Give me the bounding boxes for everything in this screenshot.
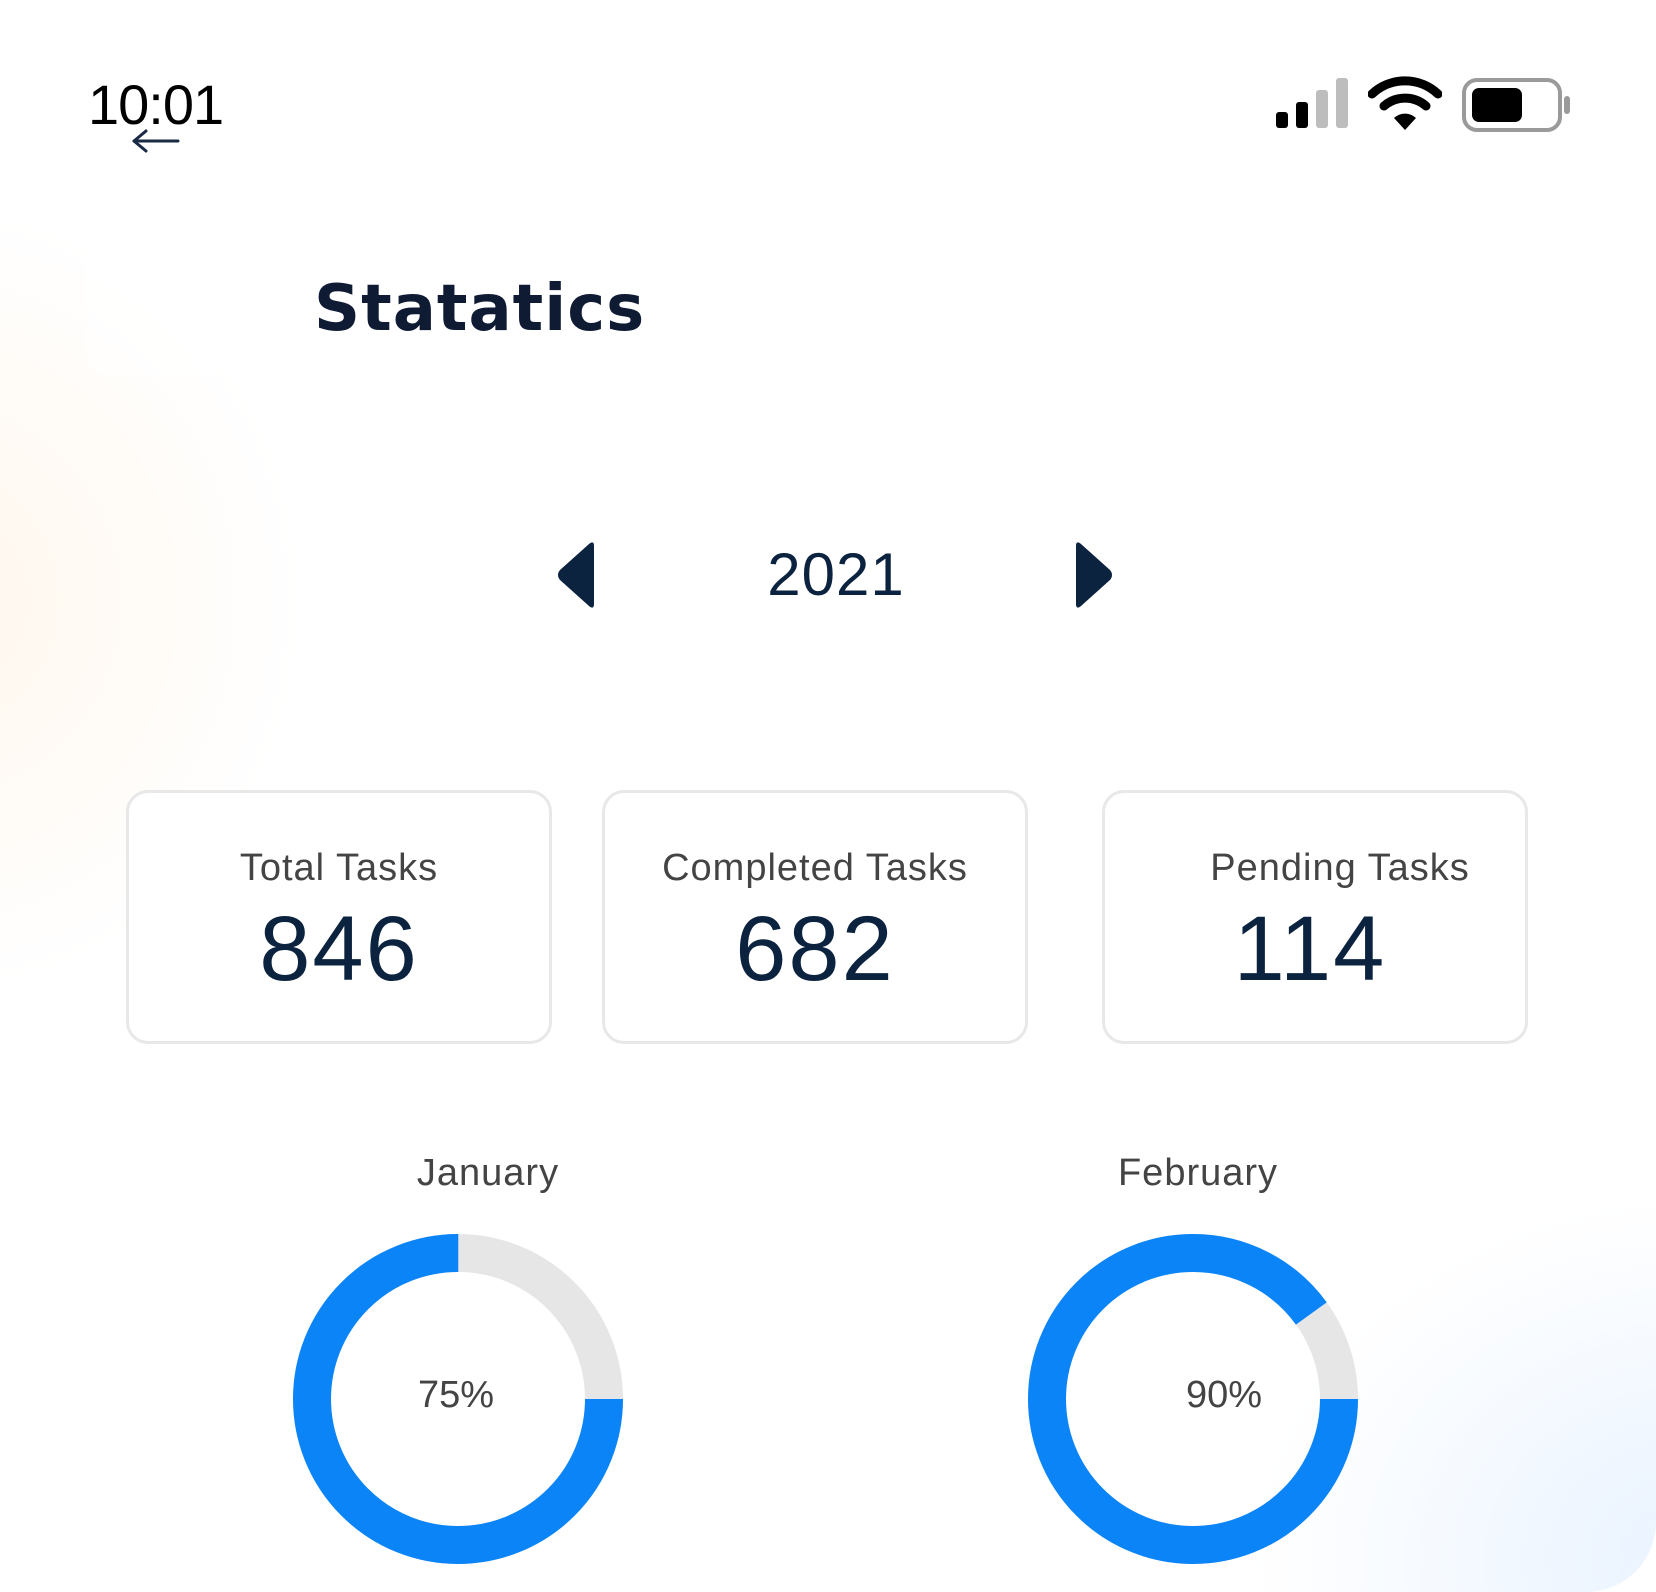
triangle-left-icon — [558, 542, 594, 608]
completed-tasks-label: Completed Tasks — [662, 847, 968, 889]
back-arrow-icon[interactable] — [130, 128, 182, 154]
next-year-button[interactable] — [1068, 540, 1118, 610]
triangle-right-icon — [1076, 542, 1112, 608]
statistics-screen: 10:01 Statatics 2021 Total Tasks 846 Com… — [0, 0, 1656, 1592]
page-title: Statatics — [314, 272, 646, 346]
pending-tasks-label: Pending Tasks — [1210, 847, 1470, 889]
pending-tasks-card: Pending Tasks 114 — [1102, 790, 1528, 1044]
year-label: 2021 — [767, 541, 905, 608]
previous-year-button[interactable] — [552, 540, 602, 610]
january-label: January — [416, 1152, 560, 1194]
total-tasks-card: Total Tasks 846 — [126, 790, 552, 1044]
pending-tasks-value: 114 — [1233, 898, 1387, 1000]
completed-tasks-value: 682 — [735, 898, 895, 1000]
wifi-icon — [1368, 76, 1442, 130]
february-label: February — [1117, 1152, 1279, 1194]
battery-icon — [1462, 78, 1570, 132]
completed-tasks-card: Completed Tasks 682 — [602, 790, 1028, 1044]
back-button[interactable] — [86, 236, 226, 376]
total-tasks-label: Total Tasks — [239, 847, 439, 889]
january-percent: 75% — [417, 1374, 495, 1416]
total-tasks-value: 846 — [259, 898, 419, 1000]
february-percent: 90% — [1185, 1374, 1263, 1416]
cellular-signal-icon — [1276, 78, 1348, 128]
